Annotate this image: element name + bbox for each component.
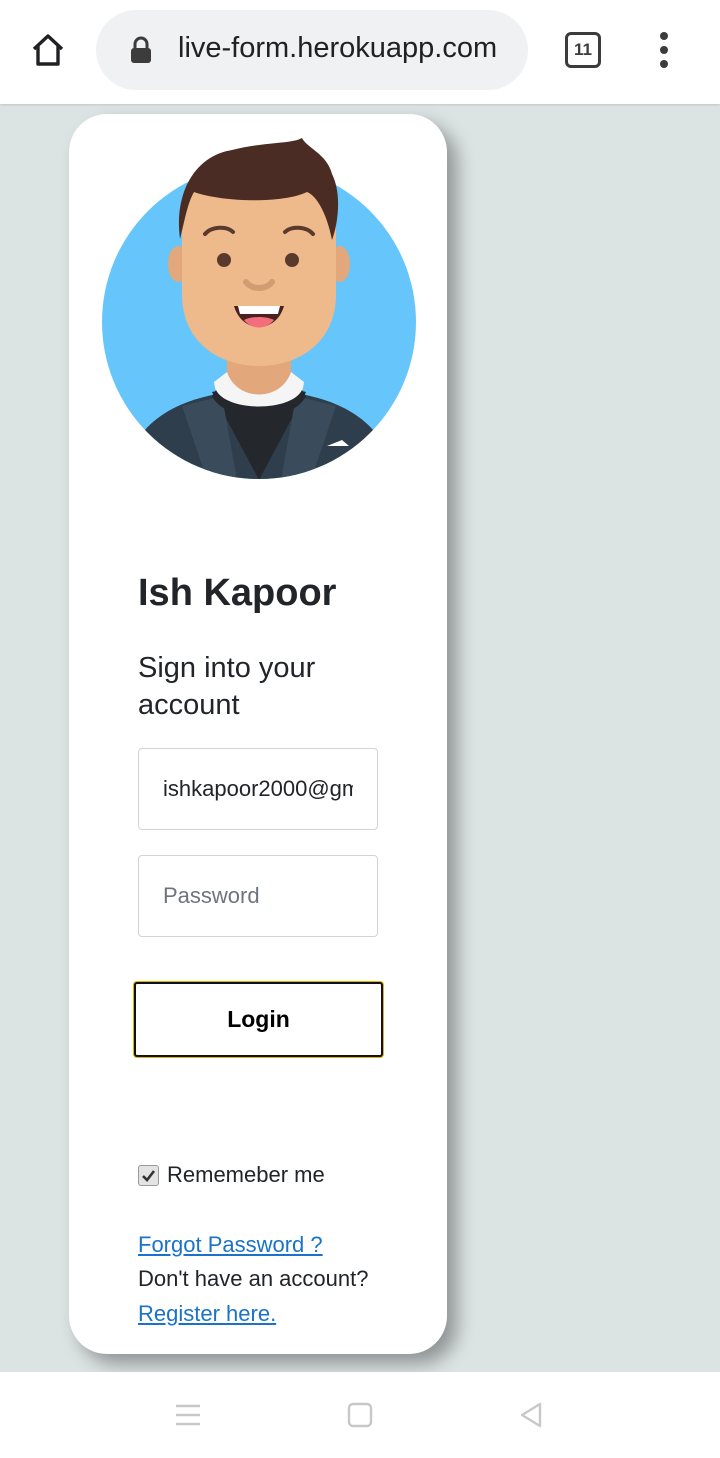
avatar <box>102 138 416 479</box>
login-card: Ish Kapoor Sign into your account Login … <box>69 114 447 1354</box>
tab-count: 11 <box>574 40 592 59</box>
profile-name: Ish Kapoor <box>138 572 337 614</box>
no-account-text: Don't have an account? <box>138 1266 369 1291</box>
home-icon[interactable] <box>24 26 72 74</box>
remember-me-row: Rememeber me <box>138 1162 325 1188</box>
address-bar[interactable]: live-form.herokuapp.com <box>96 10 528 90</box>
checkmark-icon <box>142 1169 156 1182</box>
system-nav-bar <box>0 1372 720 1458</box>
url-text: live-form.herokuapp.com <box>178 32 498 64</box>
home-nav-icon[interactable] <box>345 1400 375 1430</box>
remember-me-label: Rememeber me <box>167 1162 325 1187</box>
sign-in-subtitle: Sign into your account <box>138 652 316 721</box>
more-vert-icon[interactable] <box>650 30 678 70</box>
forgot-password-link[interactable]: Forgot Password ? <box>138 1232 323 1258</box>
login-button[interactable]: Login <box>134 982 383 1057</box>
register-link[interactable]: Register here. <box>138 1301 276 1327</box>
remember-me-checkbox[interactable] <box>138 1164 159 1186</box>
tabs-icon[interactable]: 11 <box>565 32 601 68</box>
password-field[interactable] <box>138 855 378 937</box>
recent-apps-icon[interactable] <box>173 1400 203 1430</box>
back-icon[interactable] <box>516 1400 546 1430</box>
email-field[interactable] <box>138 748 378 830</box>
browser-toolbar: live-form.herokuapp.com 11 <box>0 0 720 104</box>
lock-icon <box>131 36 151 63</box>
